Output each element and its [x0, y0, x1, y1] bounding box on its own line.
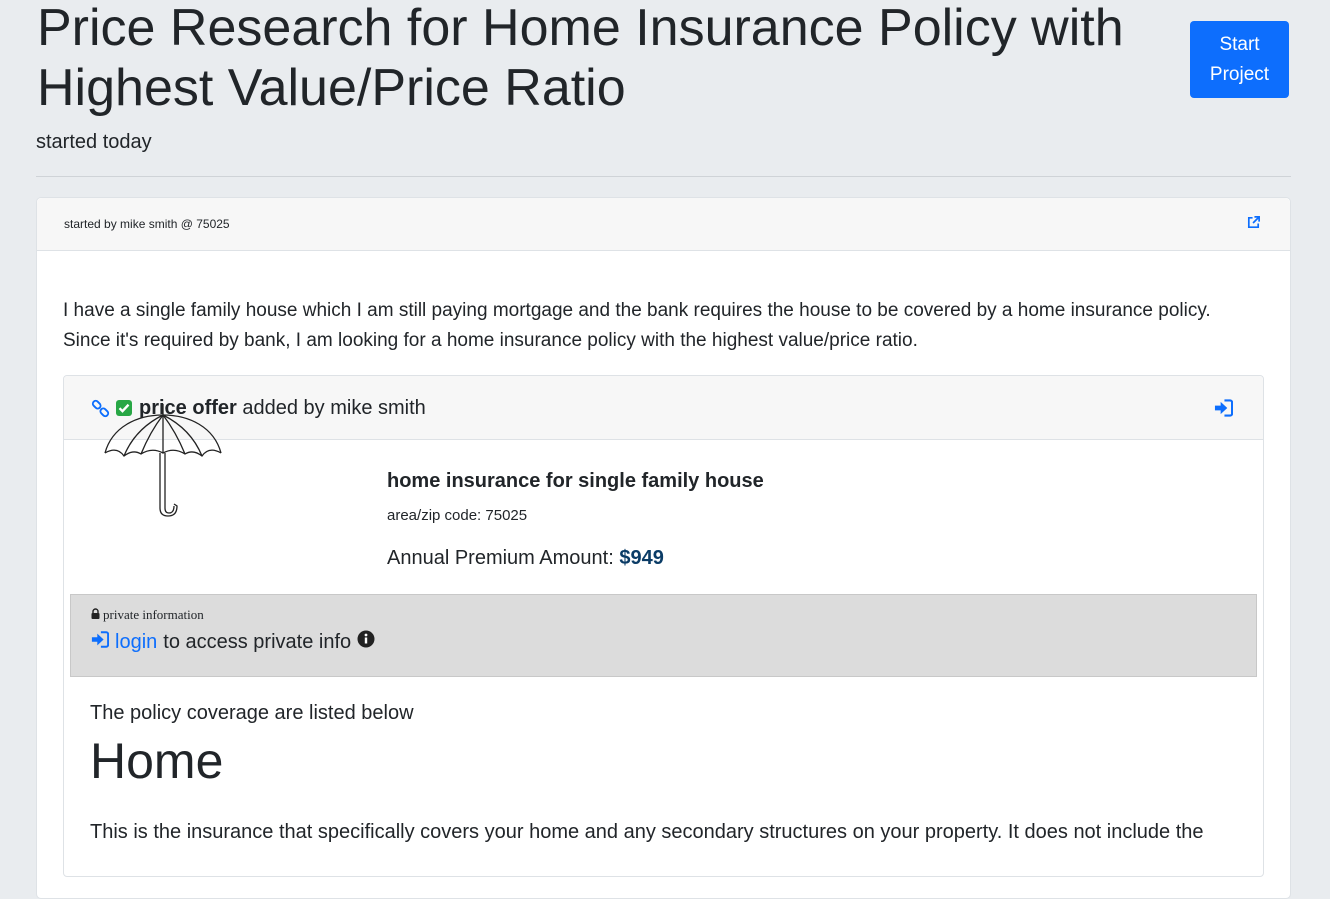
start-project-button[interactable]: Start Project — [1190, 21, 1289, 98]
lock-icon — [91, 607, 100, 623]
product-name: home insurance for single family house — [387, 470, 764, 492]
login-link[interactable]: login — [115, 631, 157, 654]
divider — [36, 176, 1291, 177]
login-suffix: to access private info — [163, 630, 352, 653]
private-info-label: private information — [91, 607, 204, 623]
private-info-text: private information — [103, 607, 204, 622]
sign-in-icon[interactable] — [91, 630, 110, 654]
price-offer-card: price offer added by mike smith home ins… — [63, 375, 1264, 877]
umbrella-icon — [102, 402, 224, 522]
annual-premium: Annual Premium Amount: $949 — [387, 547, 664, 570]
card-header: started by mike smith @ 75025 — [37, 198, 1290, 251]
section-text: This is the insurance that specifically … — [90, 821, 1204, 843]
external-link-icon[interactable] — [1246, 215, 1262, 231]
premium-amount: $949 — [619, 547, 664, 569]
offer-header: price offer added by mike smith — [64, 376, 1263, 440]
private-info-box: private information login to access priv… — [70, 594, 1257, 677]
sign-in-icon[interactable] — [1214, 399, 1234, 422]
info-circle-icon[interactable] — [357, 630, 375, 654]
page-title: Price Research for Home Insurance Policy… — [37, 0, 1124, 117]
started-by-text: started by mike smith @ 75025 — [64, 217, 230, 231]
offer-added-by: added by mike smith — [236, 397, 426, 419]
zip-code: area/zip code: 75025 — [387, 507, 528, 524]
premium-label: Annual Premium Amount: — [387, 547, 620, 569]
page-subtitle: started today — [36, 131, 152, 153]
login-line: login to access private info — [91, 630, 375, 654]
project-description: I have a single family house which I am … — [63, 300, 1211, 351]
coverage-intro: The policy coverage are listed below — [90, 702, 414, 724]
section-heading: Home — [90, 733, 224, 789]
project-card: started by mike smith @ 75025 I have a s… — [36, 197, 1291, 899]
